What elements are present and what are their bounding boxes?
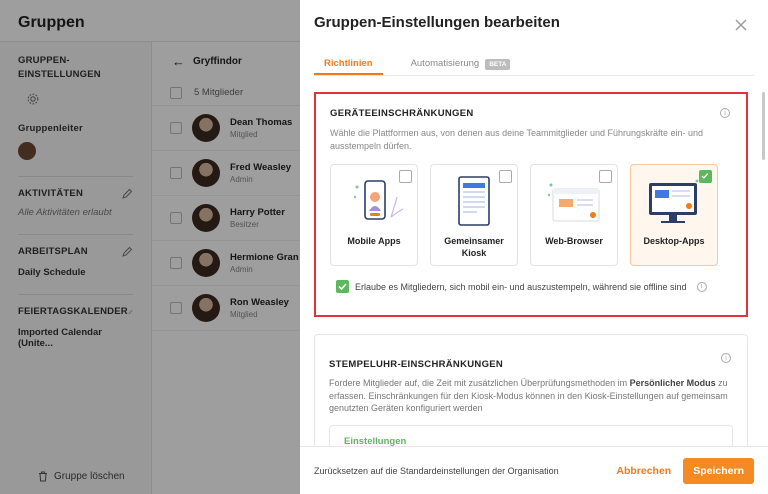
tab-label: Automatisierung xyxy=(410,58,480,69)
reset-defaults-link[interactable]: Zurücksetzen auf die Standardeinstellung… xyxy=(314,466,616,476)
tile-checkbox[interactable] xyxy=(499,170,512,183)
tile-label: Mobile Apps xyxy=(347,236,401,246)
tile-checkbox[interactable] xyxy=(399,170,412,183)
tab-automatisierung[interactable]: Automatisierung BETA xyxy=(401,44,521,75)
tile-checkbox[interactable] xyxy=(599,170,612,183)
settings-panel: Gruppen-Einstellungen bearbeiten Richtli… xyxy=(300,0,768,494)
info-icon[interactable]: i xyxy=(696,281,707,292)
info-icon[interactable]: i xyxy=(721,353,731,363)
desc-bold: Persönlicher Modus xyxy=(629,378,716,388)
clock-card-description: Fordere Mitglieder auf, die Zeit mit zus… xyxy=(329,377,733,415)
offline-clock-option[interactable]: Erlaube es Mitgliedern, sich mobil ein- … xyxy=(330,280,732,293)
close-icon[interactable] xyxy=(734,18,748,32)
device-restrictions-card: GERÄTEEINSCHRÄNKUNGEN i Wähle die Plattf… xyxy=(314,92,748,317)
tab-label: Richtlinien xyxy=(324,58,373,69)
info-icon[interactable]: i xyxy=(720,108,730,118)
tile-desktop-apps[interactable]: Desktop-Apps xyxy=(630,164,718,266)
scrollbar[interactable] xyxy=(762,92,765,160)
tile-checkbox[interactable] xyxy=(699,170,712,183)
tile-web-browser[interactable]: Web-Browser xyxy=(530,164,618,266)
time-clock-restrictions-card: STEMPELUHR-EINSCHRÄNKUNGEN i Fordere Mit… xyxy=(314,334,748,446)
clock-card-title: STEMPELUHR-EINSCHRÄNKUNGEN xyxy=(329,359,504,370)
clock-settings-subcard[interactable]: Einstellungen xyxy=(329,424,733,446)
device-card-description: Wähle die Plattformen aus, von denen aus… xyxy=(330,128,704,151)
desc-text: Fordere Mitglieder auf, die Zeit mit zus… xyxy=(329,378,630,388)
offline-checkbox[interactable] xyxy=(336,280,349,293)
panel-footer: Zurücksetzen auf die Standardeinstellung… xyxy=(300,446,768,494)
kiosk-icon xyxy=(458,176,490,226)
cancel-button[interactable]: Abbrechen xyxy=(616,465,671,477)
panel-title: Gruppen-Einstellungen bearbeiten xyxy=(314,14,560,31)
offline-label: Erlaube es Mitgliedern, sich mobil ein- … xyxy=(355,281,687,292)
tile-shared-kiosk[interactable]: Gemeinsamer Kiosk xyxy=(430,164,518,266)
tile-label: Gemeinsamer Kiosk xyxy=(444,236,504,258)
tab-bar: Richtlinien Automatisierung BETA xyxy=(314,44,754,76)
tile-mobile-apps[interactable]: Mobile Apps xyxy=(330,164,418,266)
beta-badge: BETA xyxy=(485,59,511,70)
web-browser-icon xyxy=(547,183,600,222)
device-card-title: GERÄTEEINSCHRÄNKUNGEN xyxy=(330,108,474,119)
desktop-monitor-icon xyxy=(649,179,699,223)
tab-richtlinien[interactable]: Richtlinien xyxy=(314,44,383,75)
settings-scroll-area[interactable]: GERÄTEEINSCHRÄNKUNGEN i Wähle die Plattf… xyxy=(300,80,768,446)
tile-label: Web-Browser xyxy=(545,236,603,246)
mobile-phone-icon xyxy=(353,180,404,220)
save-button[interactable]: Speichern xyxy=(683,457,754,484)
modal-overlay[interactable] xyxy=(0,0,300,494)
tile-label: Desktop-Apps xyxy=(643,236,705,246)
